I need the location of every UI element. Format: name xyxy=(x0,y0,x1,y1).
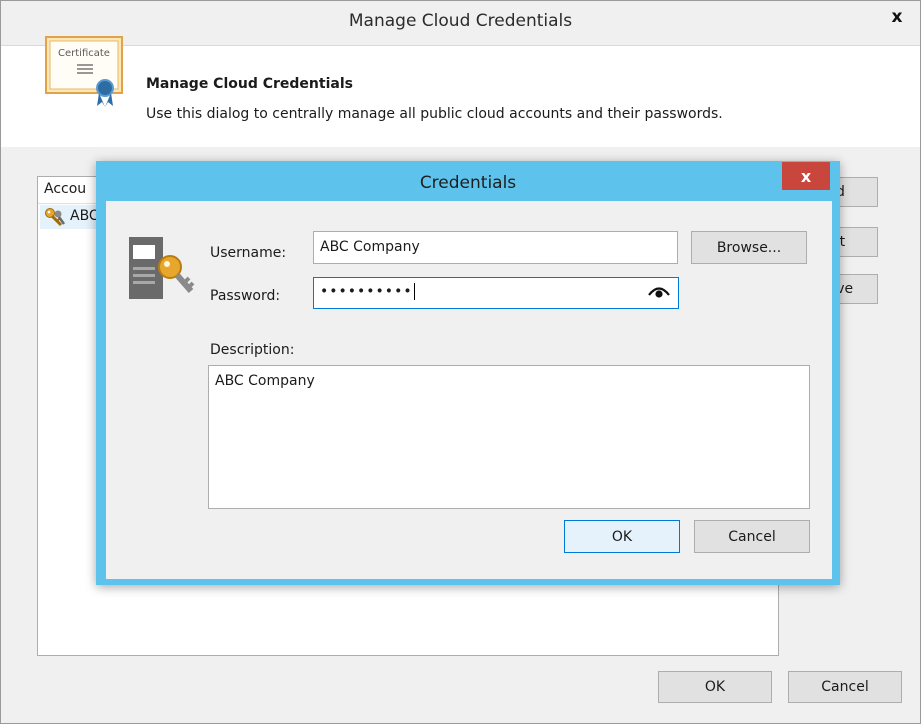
browse-button[interactable]: Browse... xyxy=(691,231,807,264)
list-item-label: ABC xyxy=(70,208,99,224)
outer-header-description: Use this dialog to centrally manage all … xyxy=(146,106,723,122)
outer-header-panel: Certificate Manage Cloud Credentials Use… xyxy=(1,36,920,147)
certificate-icon: Certificate xyxy=(45,36,123,107)
outer-ok-button[interactable]: OK xyxy=(658,671,772,703)
credentials-close-button[interactable]: x xyxy=(782,162,830,190)
key-icon xyxy=(45,208,66,227)
credentials-ok-button[interactable]: OK xyxy=(564,520,680,553)
username-label: Username: xyxy=(210,245,287,261)
outer-titlebar: Manage Cloud Credentials x xyxy=(1,1,920,46)
outer-cancel-button[interactable]: Cancel xyxy=(788,671,902,703)
username-field[interactable]: ABC Company xyxy=(313,231,678,264)
credentials-body: Username: ABC Company Browse... Password… xyxy=(106,201,832,579)
credentials-window-title: Credentials xyxy=(419,173,517,193)
eye-icon[interactable] xyxy=(648,285,670,299)
description-field[interactable]: ABC Company xyxy=(208,365,810,509)
description-label: Description: xyxy=(210,342,295,358)
credentials-cancel-button[interactable]: Cancel xyxy=(694,520,810,553)
certificate-icon-label: Certificate xyxy=(58,48,110,59)
text-caret xyxy=(413,283,415,300)
outer-close-button[interactable]: x xyxy=(874,1,920,33)
password-label: Password: xyxy=(210,288,281,304)
outer-window-title: Manage Cloud Credentials xyxy=(348,11,573,31)
password-field[interactable]: •••••••••• xyxy=(313,277,679,309)
list-column-account[interactable]: Accou xyxy=(44,181,86,197)
outer-header-title: Manage Cloud Credentials xyxy=(146,76,353,92)
credentials-dialog: Credentials x Username: ABC Company Brow… xyxy=(96,161,840,585)
password-masked-value: •••••••••• xyxy=(320,283,413,300)
credentials-icon xyxy=(129,237,195,299)
